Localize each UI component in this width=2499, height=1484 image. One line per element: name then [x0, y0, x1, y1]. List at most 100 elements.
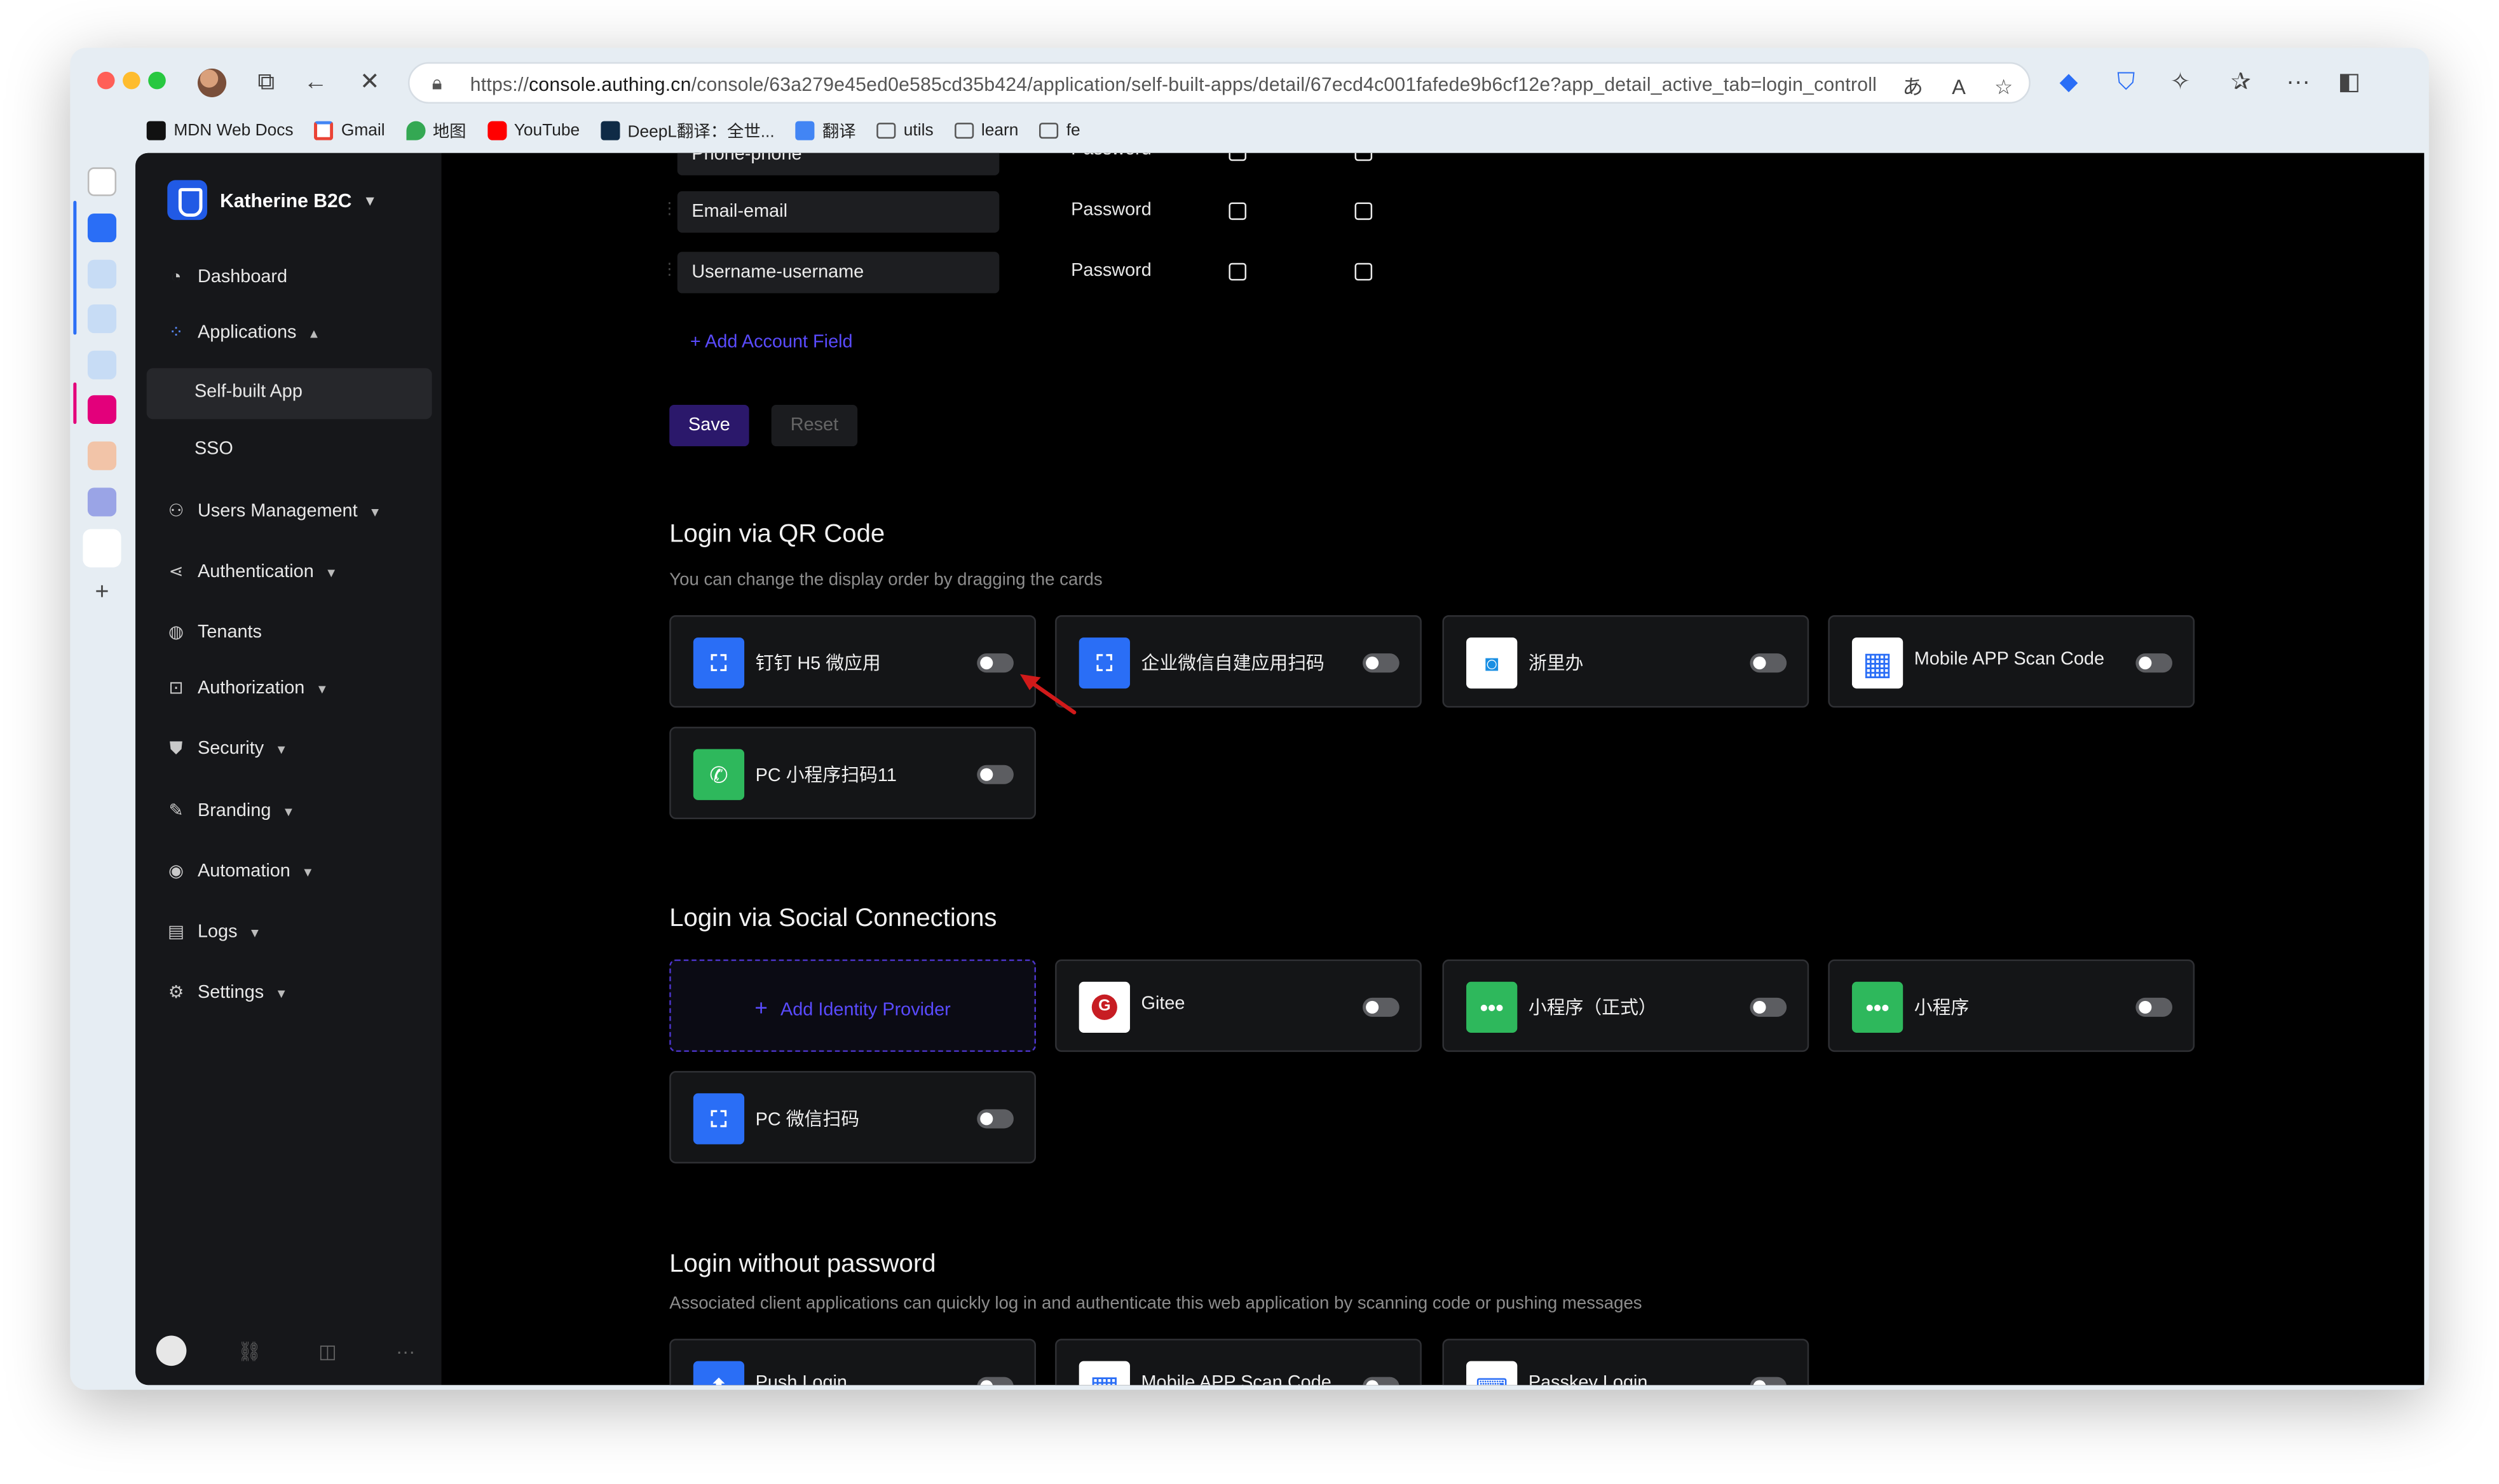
sidebar-subitem-sso[interactable]: SSO — [194, 440, 233, 459]
toggle-switch[interactable] — [1363, 997, 1399, 1017]
sidebar-item-tenants[interactable]: ◍ Tenants — [167, 618, 262, 647]
drag-handle-icon[interactable]: ⋮ — [662, 201, 678, 219]
reset-button[interactable]: Reset — [771, 404, 858, 447]
bookmark-gmail[interactable]: Gmail — [314, 116, 385, 145]
checkbox[interactable] — [1354, 153, 1373, 161]
bookmark-translate[interactable]: 翻译 — [795, 116, 856, 145]
extensions-icon[interactable]: ✧ — [2164, 67, 2196, 99]
address-bar[interactable]: 🔒︎ https://console.authing.cn/console/63… — [407, 62, 2031, 104]
link-icon[interactable]: ⛓ — [235, 1340, 265, 1362]
bookmark-folder-utils[interactable]: utils — [876, 116, 934, 145]
vertical-tab-active[interactable] — [83, 529, 121, 568]
toggle-switch[interactable] — [1363, 653, 1399, 673]
sidebar-item-automation[interactable]: ◉ Automation ▼ — [167, 857, 314, 886]
favorite-star-icon[interactable]: ☆ — [1994, 75, 2013, 99]
lock-icon[interactable]: 🔒︎ — [432, 72, 442, 96]
sidebar-item-dashboard[interactable]: ◔ Dashboard — [167, 263, 287, 292]
checkbox[interactable] — [1229, 202, 1247, 221]
qr-card-wecom[interactable]: ⛶ 企业微信自建应用扫码 — [1055, 615, 1422, 708]
toggle-switch[interactable] — [977, 1109, 1014, 1129]
gitee-icon: G — [1079, 981, 1130, 1033]
docs-icon[interactable]: ◫ — [313, 1340, 343, 1362]
vertical-tab-1[interactable] — [87, 214, 117, 243]
vertical-tab-6[interactable] — [87, 441, 117, 470]
profile-avatar[interactable] — [197, 68, 227, 97]
checkbox[interactable] — [1354, 262, 1373, 281]
sidebar-item-applications[interactable]: ⁘ Applications ▲ — [167, 319, 320, 348]
passwordless-card-mobile-app[interactable]: ▦ Mobile APP Scan Code — [1055, 1338, 1422, 1385]
toggle-switch[interactable] — [1750, 653, 1787, 673]
vertical-tab-3[interactable] — [87, 304, 117, 334]
favorites-icon[interactable]: ✰ — [2225, 67, 2257, 99]
toggle-switch[interactable] — [2135, 997, 2172, 1017]
tab-actions-icon[interactable]: ⧉ — [250, 67, 282, 99]
read-aloud-icon[interactable]: A — [1952, 75, 1966, 99]
sidebar-item-logs[interactable]: ▤ Logs ▼ — [167, 918, 261, 946]
checkbox[interactable] — [1229, 153, 1247, 161]
passwordless-card-push-login[interactable]: ⬆ Push Login — [669, 1338, 1037, 1385]
qr-card-pc-miniprogram[interactable]: ✆ PC 小程序扫码11 — [669, 726, 1037, 819]
sidebar-item-authentication[interactable]: ⋖ Authentication ▼ — [167, 558, 338, 587]
extension-r-icon[interactable]: ◆ — [2053, 67, 2085, 99]
vertical-tab-7[interactable] — [87, 487, 117, 517]
social-card-miniprogram[interactable]: ••• 小程序 — [1828, 959, 2195, 1052]
qr-card-zheliban[interactable]: ◙ 浙里办 — [1442, 615, 1809, 708]
social-card-miniprogram-official[interactable]: ••• 小程序（正式） — [1442, 959, 1809, 1052]
passwordless-card-passkey[interactable]: ⌨ Passkey Login — [1442, 1338, 1809, 1385]
bookmark-folder-fe[interactable]: fe — [1039, 116, 1080, 145]
social-card-pc-wechat[interactable]: ⛶ PC 微信扫码 — [669, 1071, 1037, 1164]
sidebar-toggle-icon[interactable]: ◧ — [2333, 67, 2365, 99]
toggle-switch[interactable] — [1750, 997, 1787, 1017]
account-field-email[interactable]: Email-email — [677, 191, 1000, 233]
more-menu-icon[interactable]: ··· — [2282, 67, 2314, 99]
close-window-button[interactable] — [97, 71, 115, 90]
bookmark-maps[interactable]: 地图 — [405, 116, 466, 145]
toggle-switch[interactable] — [2135, 653, 2172, 673]
folder-icon — [1039, 123, 1059, 139]
drag-handle-icon[interactable]: ⋮ — [662, 261, 678, 279]
toggle-switch[interactable] — [977, 765, 1014, 784]
toggle-switch[interactable] — [1363, 1377, 1399, 1385]
toggle-switch[interactable] — [977, 1377, 1014, 1385]
account-field-username[interactable]: Username-username — [677, 252, 1000, 294]
passwordless-section-desc: Associated client applications can quick… — [669, 1294, 1642, 1314]
new-tab-icon[interactable]: + — [86, 577, 118, 609]
add-account-field-link[interactable]: + Add Account Field — [690, 333, 853, 352]
account-field-phone[interactable]: Phone-phone — [677, 153, 1000, 175]
url-text[interactable]: https://console.authing.cn/console/63a27… — [470, 73, 1877, 95]
bookmark-folder-learn[interactable]: learn — [954, 116, 1018, 145]
save-button[interactable]: Save — [669, 404, 749, 447]
vertical-tab-2[interactable] — [87, 259, 117, 289]
more-icon[interactable]: ··· — [390, 1340, 421, 1362]
translate-page-icon[interactable]: あ — [1902, 75, 1923, 99]
social-card-gitee[interactable]: G Gitee — [1055, 959, 1422, 1052]
sidebar-item-users-management[interactable]: ⚇ Users Management ▼ — [167, 497, 381, 526]
tab-manager-icon[interactable] — [87, 167, 117, 196]
qr-card-dingtalk[interactable]: ⛶ 钉钉 H5 微应用 — [669, 615, 1037, 708]
user-avatar[interactable] — [156, 1335, 187, 1366]
minimize-window-button[interactable] — [123, 71, 140, 90]
checkbox[interactable] — [1354, 202, 1373, 221]
toggle-switch[interactable] — [1750, 1377, 1787, 1385]
sidebar-item-branding[interactable]: ✎ Branding ▼ — [167, 797, 295, 826]
bookmark-youtube[interactable]: YouTube — [487, 116, 580, 145]
bookmark-deepl[interactable]: DeepL翻译：全世... — [600, 116, 775, 145]
vertical-tab-4[interactable] — [87, 350, 117, 379]
sidebar-subitem-self-built-app[interactable]: Self-built App — [194, 383, 303, 402]
checkbox[interactable] — [1229, 262, 1247, 281]
sidebar-item-settings[interactable]: ⚙ Settings ▼ — [167, 979, 288, 1007]
extension-shield-icon[interactable]: ⛉ — [2110, 67, 2142, 99]
vertical-tab-5[interactable] — [87, 395, 117, 425]
push-icon: ⬆ — [693, 1361, 745, 1385]
sidebar-item-authorization[interactable]: ⊡ Authorization ▼ — [167, 674, 329, 703]
stop-loading-icon[interactable]: ✕ — [354, 67, 386, 99]
add-identity-provider-button[interactable]: + Add Identity Provider — [669, 959, 1037, 1052]
bookmark-mdn[interactable]: MDN Web Docs — [146, 116, 294, 145]
maximize-window-button[interactable] — [148, 71, 166, 90]
back-icon[interactable]: ← — [299, 67, 331, 99]
annotation-arrow-icon — [1019, 674, 1077, 715]
qr-card-mobile-app[interactable]: ▦ Mobile APP Scan Code — [1828, 615, 2195, 708]
tenant-switcher[interactable]: Katherine B2C ▼ — [167, 180, 377, 221]
toggle-switch[interactable] — [977, 653, 1014, 673]
sidebar-item-security[interactable]: ⛊ Security ▼ — [167, 735, 288, 763]
